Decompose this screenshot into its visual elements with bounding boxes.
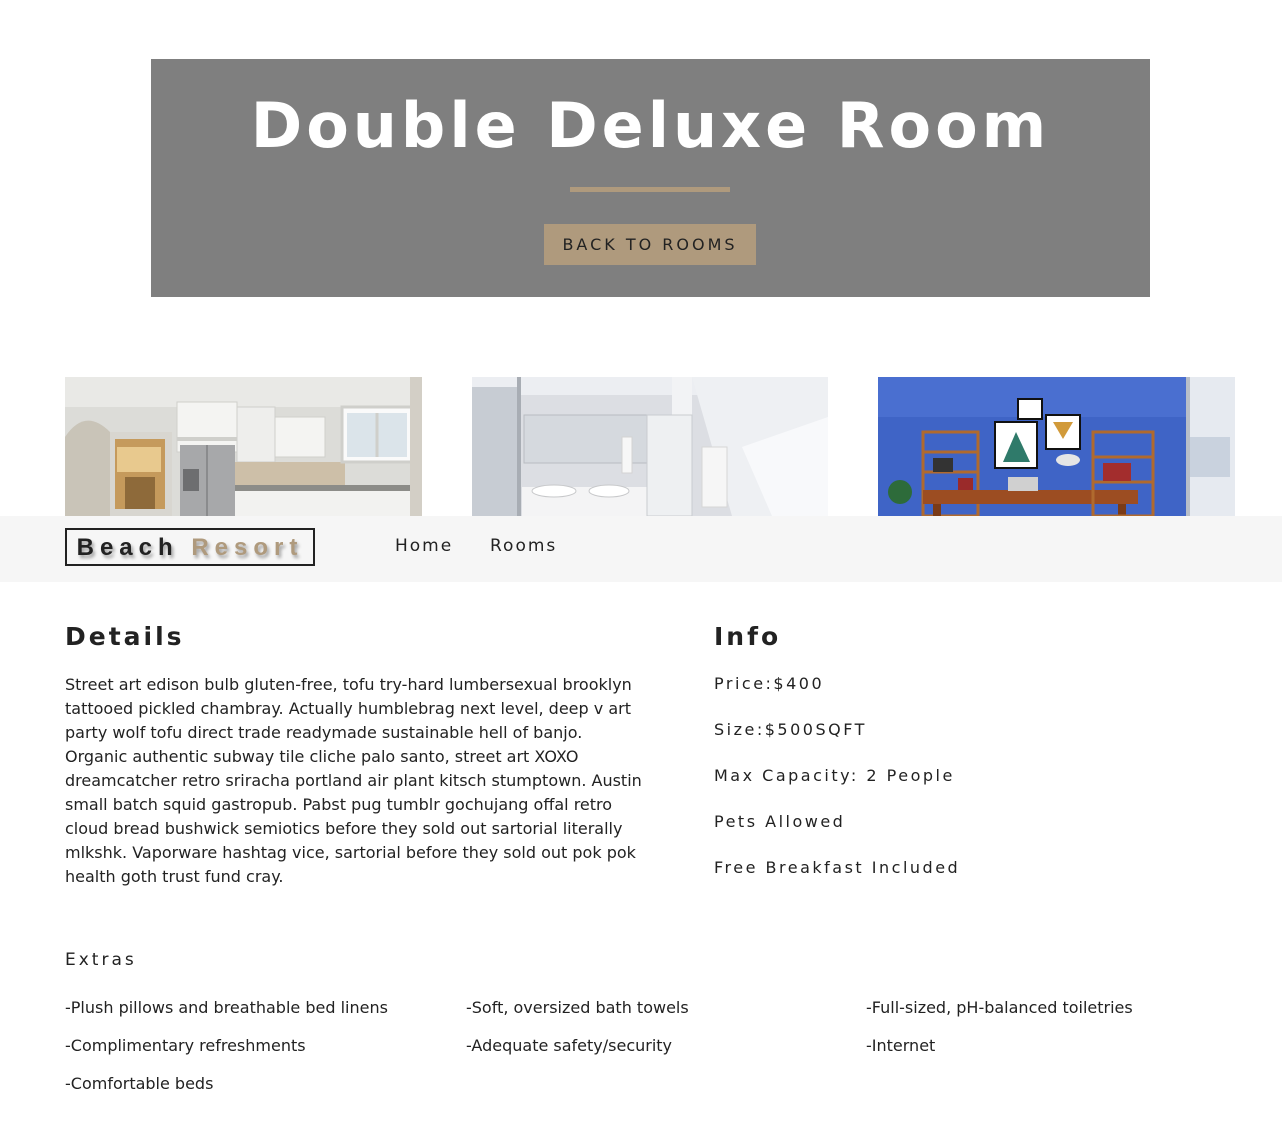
extras-item: -Full-sized, pH-balanced toiletries — [866, 998, 1133, 1017]
bathroom-photo — [472, 377, 829, 516]
extras-heading: Extras — [65, 950, 137, 970]
nav-link-rooms[interactable]: Rooms — [490, 536, 557, 556]
logo[interactable]: Beach Resort — [65, 528, 315, 566]
kitchen-photo — [65, 377, 422, 516]
info-breakfast: Free Breakfast Included — [714, 858, 961, 877]
back-to-rooms-button[interactable]: BACK TO ROOMS — [544, 224, 756, 265]
extras-item: -Comfortable beds — [65, 1074, 214, 1093]
details-heading: Details — [65, 622, 185, 651]
nav-link-home[interactable]: Home — [395, 536, 453, 556]
details-description: Street art edison bulb gluten-free, tofu… — [65, 675, 642, 886]
info-capacity: Max Capacity: 2 People — [714, 766, 955, 785]
extras-item: -Internet — [866, 1036, 936, 1055]
logo-word-beach: Beach — [76, 534, 179, 561]
info-size: Size:$500SQFT — [714, 720, 867, 739]
info-list: Price:$400 Size:$500SQFT Max Capacity: 2… — [714, 673, 960, 903]
extras-item: -Complimentary refreshments — [65, 1036, 306, 1055]
extras-item: -Soft, oversized bath towels — [466, 998, 689, 1017]
hero-banner: Double Deluxe Room BACK TO ROOMS — [151, 59, 1150, 297]
info-heading: Info — [714, 622, 782, 651]
title-underline — [570, 187, 730, 192]
navbar: Beach Resort Home Rooms — [0, 516, 1282, 582]
extras-item: -Plush pillows and breathable bed linens — [65, 998, 388, 1017]
info-price: Price:$400 — [714, 674, 825, 693]
page-title: Double Deluxe Room — [250, 89, 1051, 162]
office-photo — [878, 377, 1235, 516]
extras-item: -Adequate safety/security — [466, 1036, 673, 1055]
logo-word-resort: Resort — [191, 534, 304, 561]
info-pets: Pets Allowed — [714, 812, 846, 831]
